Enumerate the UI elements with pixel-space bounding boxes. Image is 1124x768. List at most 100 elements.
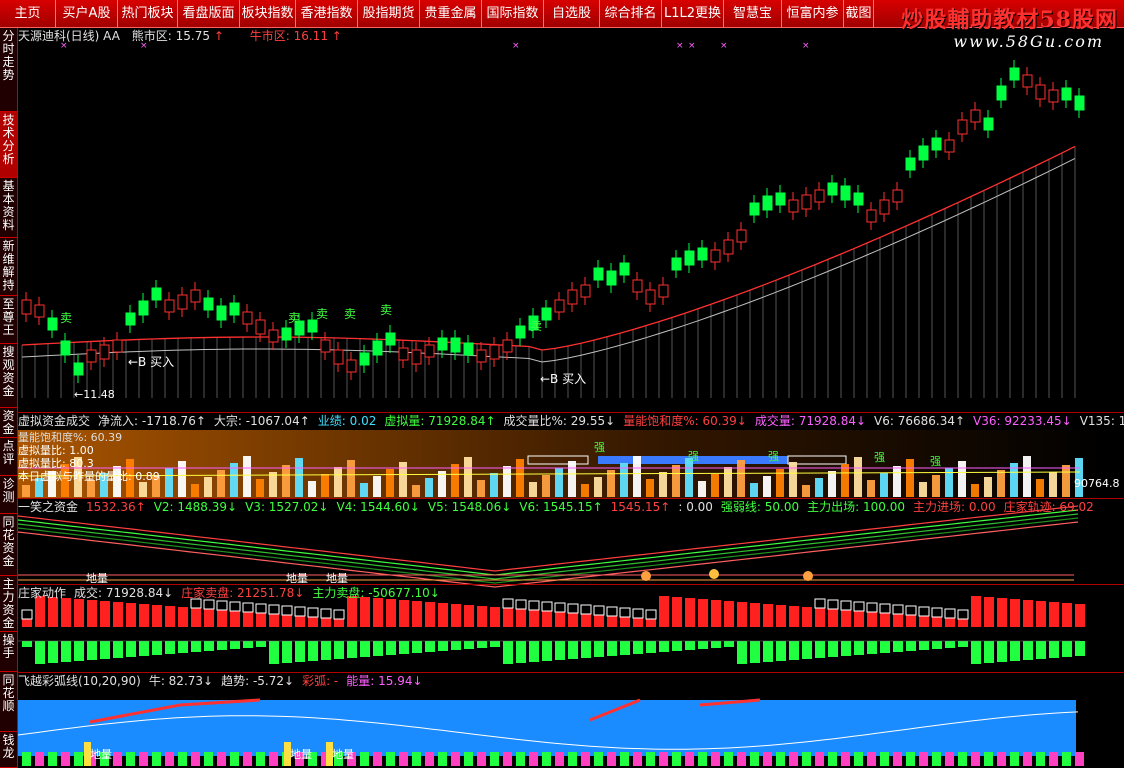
dealer-red-bar <box>958 619 968 627</box>
candle-body <box>242 311 253 325</box>
buy-signal-label: ←B 买入 <box>128 355 174 369</box>
dealer-green-bar <box>464 641 474 649</box>
candle-body <box>996 85 1007 101</box>
panel-separator <box>17 584 1124 585</box>
dealer-red-bar <box>321 618 331 627</box>
rainbow-bottom-bar <box>178 752 187 766</box>
volume-right-value: 90764.8 <box>1074 477 1120 490</box>
volume-bar <box>451 464 459 497</box>
rainbow-bottom-bar <box>503 752 512 766</box>
rainbow-bottom-bar <box>672 752 681 766</box>
dealer-red-bar <box>815 608 825 627</box>
ma-line-white <box>21 158 1076 363</box>
candle-body <box>541 307 552 321</box>
dealer-red-bar <box>230 611 240 627</box>
dealer-white-bar <box>567 603 579 614</box>
p2-readout-4: V4: 1544.60↓ <box>336 500 420 514</box>
candle-body <box>632 279 643 293</box>
rainbow-bottom-bar <box>880 752 889 766</box>
dealer-red-bar <box>477 606 487 627</box>
volume-bar <box>958 461 966 497</box>
volume-bar <box>880 473 888 497</box>
candle-body <box>762 195 773 211</box>
rainbow-bottom-bar <box>74 752 83 766</box>
dealer-white-bar <box>957 609 969 620</box>
indicator-title-virtual-fund: 虚拟资金成交 净流入: -1718.76↑ 大宗: -1067.04↑ 业绩: 0.0… <box>18 413 1124 429</box>
dealer-red-bar <box>776 605 786 627</box>
volume-bar <box>295 458 303 497</box>
rainbow-bottom-bar <box>932 752 941 766</box>
rainbow-bottom-bar <box>412 752 421 766</box>
dealer-red-bar <box>334 619 344 627</box>
p3-readout-3: 主力卖盘: -50677.10↓ <box>312 586 440 600</box>
dealer-green-bar <box>412 641 422 653</box>
dealer-white-bar <box>21 609 33 620</box>
rainbow-bottom-bar <box>607 752 616 766</box>
rainbow-bottom-bar <box>139 752 148 766</box>
dealer-white-bar <box>944 608 956 619</box>
dealer-green-bar <box>971 641 981 664</box>
rainbow-bottom-bar <box>1062 752 1071 766</box>
candle-body <box>255 319 266 335</box>
rainbow-bottom-bar <box>269 752 278 766</box>
sell-signal-label: 卖 <box>530 319 542 333</box>
coin-icon <box>709 569 719 579</box>
volume-bar <box>906 459 914 497</box>
figure-icon-2 <box>803 571 813 581</box>
candle-body <box>164 299 175 313</box>
rainbow-bottom-bar <box>516 752 525 766</box>
rainbow-bottom-bar <box>659 752 668 766</box>
dealer-green-bar <box>178 641 188 653</box>
rainbow-bottom-bar <box>724 752 733 766</box>
dealer-green-bar <box>347 641 357 658</box>
dealer-red-bar <box>113 602 123 627</box>
candle-body <box>333 349 344 365</box>
strong-mark-2: 强 <box>768 450 779 463</box>
rainbow-bottom-bar <box>464 752 473 766</box>
dealer-white-bar <box>216 600 228 611</box>
rainbow-bottom-bar <box>633 752 642 766</box>
volume-bar <box>256 479 264 497</box>
rainbow-bottom-bar <box>217 752 226 766</box>
volume-bar <box>464 457 472 497</box>
candle-body <box>320 339 331 353</box>
low-volume-label-p4: 地量 <box>90 748 112 761</box>
dealer-green-bar <box>906 641 916 651</box>
low-volume-label-p4: 地量 <box>332 748 354 761</box>
candle-body <box>853 192 864 206</box>
candle-body <box>580 284 591 298</box>
dealer-white-bar <box>242 602 254 613</box>
dealer-green-bar <box>1036 641 1046 659</box>
marker-x: × <box>802 41 810 51</box>
dealer-red-bar <box>100 601 110 627</box>
dealer-red-bar <box>516 609 526 627</box>
candle-body <box>671 257 682 271</box>
buy-signal-label-2: ←B 买入 <box>540 372 586 386</box>
dealer-green-bar <box>1075 641 1085 656</box>
dealer-green-bar <box>815 641 825 658</box>
dealer-green-bar <box>308 641 318 661</box>
volume-bar <box>22 485 30 497</box>
rainbow-bottom-bar <box>126 752 135 766</box>
indicator-title-dealer-action: 庄家动作 成交: 71928.84↓ 庄家卖盘: 21251.78↓ 主力卖盘: -5… <box>18 585 1124 601</box>
strong-mark-4: 强 <box>930 455 941 468</box>
candle-body <box>957 119 968 135</box>
volume-bar <box>412 485 420 497</box>
dealer-green-bar <box>282 641 292 663</box>
p2-readout-9: 强弱线: 50.00 <box>720 500 800 514</box>
dealer-white-bar <box>320 608 332 619</box>
rainbow-bottom-bar <box>477 752 486 766</box>
candle-body <box>801 194 812 210</box>
dealer-green-bar <box>269 641 279 664</box>
volume-bar <box>191 484 199 497</box>
candle-body <box>463 342 474 356</box>
candle-body <box>892 189 903 203</box>
dealer-green-bar <box>685 641 695 650</box>
dealer-green-bar <box>607 641 617 656</box>
rainbow-bottom-bar <box>529 752 538 766</box>
chart-canvas[interactable]: 卖卖卖卖卖卖←B 买入←B 买入←11.48× × × × × × ×强强强强强地量 地量 地量… <box>0 0 1124 768</box>
rainbow-bottom-bar <box>1036 752 1045 766</box>
dealer-green-bar <box>152 641 162 655</box>
candle-body <box>866 209 877 223</box>
dealer-red-bar <box>711 600 721 627</box>
